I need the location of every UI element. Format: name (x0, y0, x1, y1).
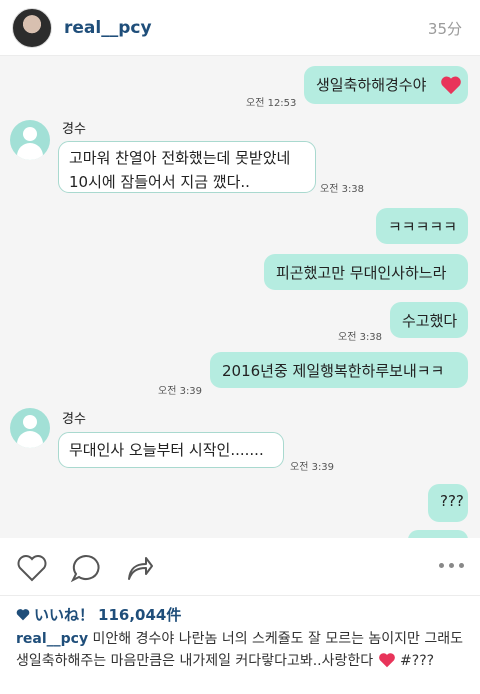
message-text: 10시에 잠들어서 지금 깼다.. (69, 173, 250, 191)
message-text: 2016년중 제일행복한하루보내ㅋㅋ (222, 362, 445, 380)
comment-icon[interactable] (70, 553, 102, 583)
post-header: real__pcy 35分 (0, 0, 480, 56)
caption-username[interactable]: real__pcy (16, 631, 88, 647)
message-bubble: 무대인사 오늘부터 시작인....... (58, 432, 284, 468)
contact-name: 경수 (62, 412, 86, 427)
heart-outline-icon[interactable] (16, 554, 48, 582)
contact-avatar (10, 120, 50, 160)
message-bubble: 생일축하해경수야 (304, 66, 468, 104)
username[interactable]: real__pcy (64, 18, 152, 38)
contact-avatar (10, 408, 50, 448)
message-time: 오전 12:53 (246, 98, 297, 109)
heart-icon (16, 609, 30, 621)
more-options-icon[interactable] (439, 563, 464, 568)
contact-name: 경수 (62, 122, 86, 137)
likes-label: いいね！ (34, 606, 95, 624)
likes-row[interactable]: いいね！ 116,044件 (16, 604, 181, 625)
share-icon[interactable] (124, 554, 154, 582)
message-text: ㅋㅋㅋㅋㅋ (388, 218, 458, 236)
message-bubble: 고마워 찬열아 전화했는데 못받았네 10시에 잠들어서 지금 깼다.. (58, 141, 316, 193)
message-bubble: ??? (428, 484, 468, 522)
message-text: 고마워 찬열아 전화했는데 못받았네 (69, 149, 291, 167)
message-text: 피곤했고만 무대인사하느라 (276, 264, 447, 282)
likes-count: 116,044件 (98, 606, 182, 624)
message-text: 수고했다 (402, 312, 458, 330)
message-time: 오전 3:38 (320, 184, 365, 195)
hashtag[interactable]: #??? (400, 653, 434, 669)
message-text: ??? (440, 492, 464, 510)
action-bar (0, 538, 480, 596)
message-bubble (408, 530, 468, 538)
message-bubble: 피곤했고만 무대인사하느라 (264, 254, 468, 290)
message-time: 오전 3:38 (338, 332, 383, 343)
message-bubble: 2016년중 제일행복한하루보내ㅋㅋ (210, 352, 468, 388)
message-bubble: 수고했다 (390, 302, 468, 338)
message-time: 오전 3:39 (290, 462, 335, 473)
heart-icon (441, 76, 461, 95)
message-text: 생일축하해경수야 (316, 76, 427, 94)
heart-icon (378, 653, 395, 668)
message-bubble: ㅋㅋㅋㅋㅋ (376, 208, 468, 244)
message-text: 무대인사 오늘부터 시작인....... (69, 441, 264, 459)
post-time: 35分 (427, 20, 462, 38)
message-time: 오전 3:39 (158, 386, 203, 397)
caption: real__pcy 미안해 경수야 나란놈 너의 스케쥴도 잘 모르는 놈이지만… (16, 628, 472, 672)
avatar[interactable] (12, 7, 52, 48)
chat-screenshot: 생일축하해경수야 오전 12:53 경수 고마워 찬열아 전화했는데 못받았네 … (0, 56, 480, 538)
